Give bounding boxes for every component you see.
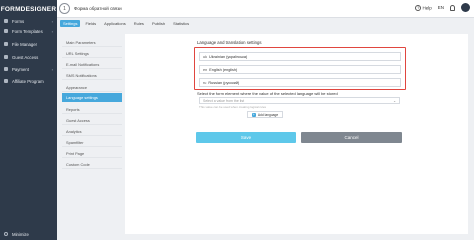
tab-applications[interactable]: Applications (101, 20, 129, 27)
menu-item-analytics[interactable]: Analytics (62, 127, 122, 136)
sidebar-item-label: Payment (12, 66, 29, 72)
minimize-label: Minimize (12, 231, 29, 237)
menu-item-url-settings[interactable]: URL Settings (62, 49, 122, 58)
sidebar-item-label: Form Templates (12, 28, 43, 34)
tab-settings[interactable]: Settings (60, 20, 81, 27)
templates-icon (4, 29, 8, 33)
menu-item-guest-access[interactable]: Guest Access (62, 116, 122, 125)
bell-icon[interactable] (450, 4, 455, 11)
language-code: uk (203, 54, 208, 59)
section-title: Language and translation settings (197, 40, 262, 45)
avatar[interactable] (461, 3, 470, 12)
tab-fields[interactable]: Fields (82, 20, 99, 27)
top-right-controls: ? Help EN (415, 3, 470, 12)
top-bar: FORMDESIGNER 1 Форма обратной связи ? He… (0, 0, 474, 18)
tab-statistics[interactable]: Statistics (170, 20, 192, 27)
payment-icon (4, 67, 8, 71)
sidebar: Forms › Form Templates › File Manager Gu… (0, 18, 57, 240)
sidebar-item-forms[interactable]: Forms › (0, 16, 57, 26)
tab-rules[interactable]: Rules (131, 20, 147, 27)
current-form[interactable]: 1 Форма обратной связи (59, 3, 122, 14)
forms-icon (4, 19, 8, 23)
language-item-ru[interactable]: ru Russian (русский) (199, 78, 401, 87)
sidebar-item-affiliate[interactable]: Affiliate Program (0, 76, 57, 86)
language-item-en[interactable]: en English (english) (199, 65, 401, 74)
select-placeholder: Select a value from the list (203, 98, 245, 103)
form-title: Форма обратной связи (74, 6, 122, 11)
menu-item-custom-code[interactable]: Custom Code (62, 160, 122, 169)
language-switch[interactable]: EN (438, 5, 444, 10)
language-label: Russian (русский) (208, 80, 240, 85)
tab-publish[interactable]: Publish (149, 20, 168, 27)
language-code: en (203, 67, 208, 72)
question-icon: ? (415, 4, 422, 11)
affiliate-icon (4, 79, 8, 83)
sidebar-item-label: Forms (12, 18, 25, 24)
folder-icon (4, 42, 8, 46)
minimize-icon (4, 232, 8, 236)
sidebar-item-form-templates[interactable]: Form Templates › (0, 26, 57, 36)
user-icon (4, 55, 8, 59)
chevron-right-icon: › (51, 66, 53, 72)
help-label: Help (422, 5, 432, 10)
language-label: Ukrainian (українська) (209, 54, 248, 59)
language-code: ru (203, 80, 207, 85)
menu-item-sms-notifications[interactable]: SMS Notifications (62, 71, 122, 80)
language-settings-panel: Language and translation settings uk Ukr… (125, 34, 468, 234)
chevron-down-icon: ⌄ (393, 98, 396, 103)
settings-menu: Main Parameters URL Settings E-mail Noti… (62, 36, 122, 236)
select-label: Select the form element where the value … (197, 91, 338, 96)
minimize-button[interactable]: Minimize (0, 229, 57, 239)
sidebar-item-label: Affiliate Program (12, 78, 44, 84)
add-language-button[interactable]: + Add language (247, 111, 283, 118)
sidebar-item-guest-access[interactable]: Guest Access (0, 52, 57, 62)
language-list: uk Ukrainian (українська) en English (en… (194, 47, 406, 90)
sidebar-item-label: Guest Access (12, 54, 39, 60)
plus-icon: + (251, 112, 256, 117)
menu-item-reports[interactable]: Reports (62, 105, 122, 114)
sidebar-item-file-manager[interactable]: File Manager (0, 39, 57, 49)
language-item-uk[interactable]: uk Ukrainian (українська) (199, 52, 401, 61)
form-info-icon: 1 (59, 3, 70, 14)
select-hint: This value can be used when creating log… (199, 105, 267, 109)
chevron-right-icon: › (51, 18, 53, 24)
menu-item-main-parameters[interactable]: Main Parameters (62, 38, 122, 47)
menu-item-print-page[interactable]: Print Page (62, 149, 122, 158)
sidebar-item-payment[interactable]: Payment › (0, 64, 57, 74)
language-field-select[interactable]: Select a value from the list ⌄ (199, 97, 400, 104)
form-tabs: Settings Fields Applications Rules Publi… (60, 18, 192, 29)
help-link[interactable]: ? Help (415, 4, 432, 11)
add-language-label: Add language (257, 112, 279, 117)
menu-item-email-notifications[interactable]: E-mail Notifications (62, 60, 122, 69)
menu-item-appearance[interactable]: Appearance (62, 83, 122, 92)
chevron-right-icon: › (51, 28, 53, 34)
menu-item-language-settings[interactable]: Language settings (62, 93, 122, 102)
menu-item-spamfilter[interactable]: Spamfilter (62, 138, 122, 147)
language-label: English (english) (209, 67, 238, 72)
save-button[interactable]: Save (196, 132, 296, 143)
sidebar-item-label: File Manager (12, 41, 38, 47)
cancel-button[interactable]: Cancel (301, 132, 402, 143)
